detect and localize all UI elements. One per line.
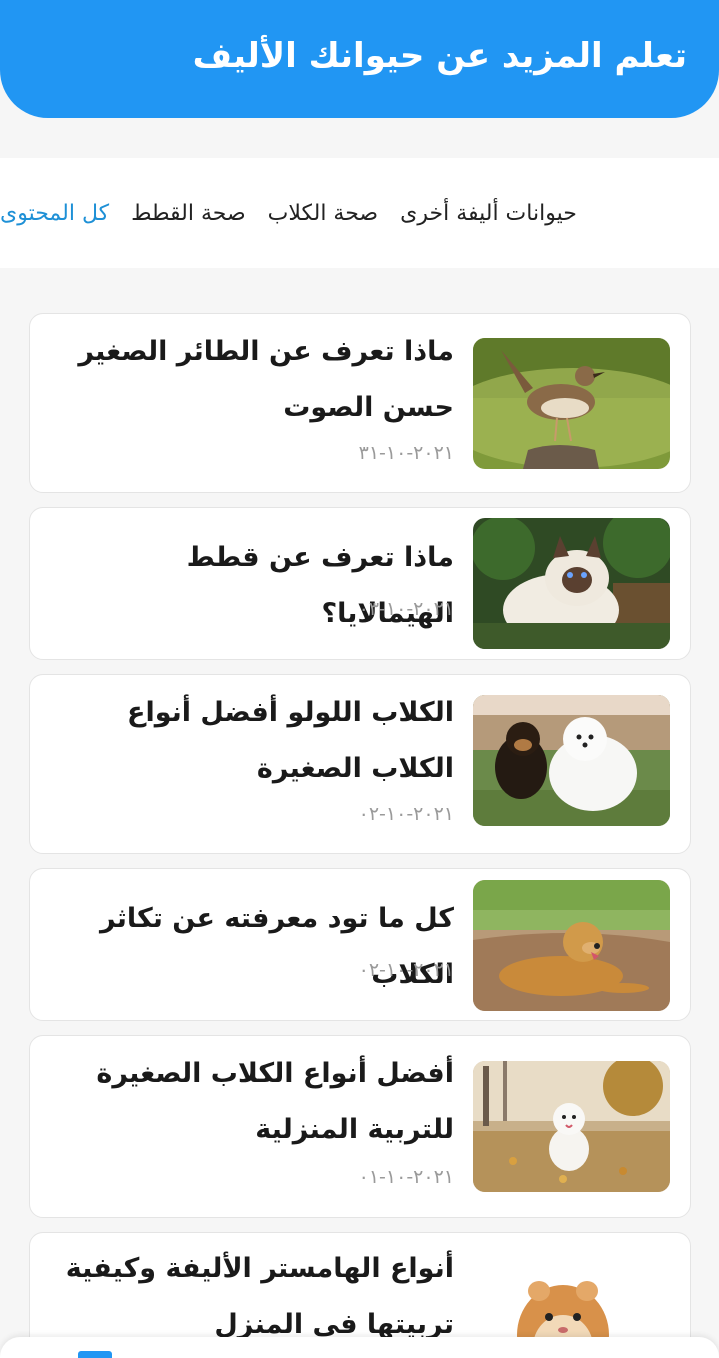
tab-dog-health[interactable]: صحة الكلاب xyxy=(268,201,378,226)
bottom-navigation xyxy=(0,1337,719,1358)
tab-cat-health[interactable]: صحة القطط xyxy=(131,201,246,226)
tab-all-content[interactable]: كل المحتوى xyxy=(0,201,109,226)
pomeranian-dogs-photo xyxy=(473,695,670,826)
article-card[interactable]: ماذا تعرف عن قطط الهيمالايا؟ ٢٠٢١-١٠-٠٣ xyxy=(29,507,691,660)
himalayan-cat-photo xyxy=(473,518,670,649)
article-date: ٢٠٢١-١٠-٠٢ xyxy=(358,803,454,825)
article-title: الكلاب اللولو أفضل أنواع الكلاب الصغيرة xyxy=(127,697,454,784)
tab-other-pets[interactable]: حيوانات أليفة أخرى xyxy=(400,201,577,226)
page-title: تعلم المزيد عن حيوانك الأليف xyxy=(192,36,687,76)
article-date: ٢٠٢١-١٠-٠٢ xyxy=(358,959,454,981)
article-card[interactable]: الكلاب اللولو أفضل أنواع الكلاب الصغيرة … xyxy=(29,674,691,854)
bichon-dog-photo xyxy=(473,1061,670,1192)
article-title: ماذا تعرف عن قطط الهيمالايا؟ xyxy=(186,542,454,629)
article-card[interactable]: ماذا تعرف عن الطائر الصغير حسن الصوت ٢٠٢… xyxy=(29,313,691,493)
article-card[interactable]: أفضل أنواع الكلاب الصغيرة للتربية المنزل… xyxy=(29,1035,691,1218)
bird-photo xyxy=(473,338,670,469)
article-title: كل ما تود معرفته عن تكاثر الكلاب xyxy=(99,903,454,990)
article-date: ٢٠٢١-١٠-٣١ xyxy=(358,442,454,464)
article-card[interactable]: كل ما تود معرفته عن تكاثر الكلاب ٢٠٢١-١٠… xyxy=(29,868,691,1021)
home-icon[interactable] xyxy=(78,1351,112,1358)
article-date: ٢٠٢١-١٠-٠١ xyxy=(358,1166,454,1188)
article-title: ماذا تعرف عن الطائر الصغير حسن الصوت xyxy=(78,336,454,423)
golden-retriever-photo xyxy=(473,880,670,1011)
app-header: تعلم المزيد عن حيوانك الأليف xyxy=(0,0,719,118)
article-title: أفضل أنواع الكلاب الصغيرة للتربية المنزل… xyxy=(96,1058,454,1145)
article-date: ٢٠٢١-١٠-٠٣ xyxy=(358,598,454,620)
category-tabs: كل المحتوى صحة القطط صحة الكلاب حيوانات … xyxy=(0,158,719,268)
